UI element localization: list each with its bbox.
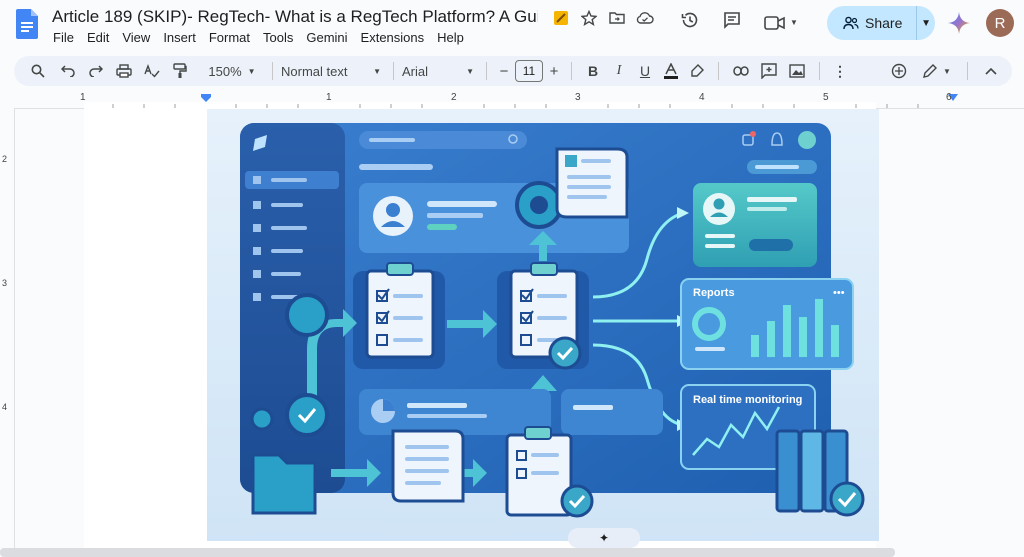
add-comment-icon[interactable] — [755, 59, 783, 83]
slides-badge-icon[interactable] — [552, 9, 570, 27]
more-options-icon[interactable]: ⋮ — [828, 59, 852, 83]
collapse-menus-icon[interactable] — [976, 59, 1006, 83]
menu-edit[interactable]: Edit — [87, 30, 116, 45]
menu-gemini[interactable]: Gemini — [306, 30, 354, 45]
menu-view[interactable]: View — [122, 30, 157, 45]
paint-format-icon[interactable] — [166, 59, 194, 83]
history-icon[interactable] — [680, 10, 700, 35]
insert-image-icon[interactable] — [783, 59, 811, 83]
ruler-number: 6 — [946, 92, 952, 103]
highlight-icon[interactable] — [684, 59, 710, 83]
people-icon — [843, 16, 859, 30]
gemini-sparkle-button[interactable]: ✦ — [568, 528, 640, 548]
print-icon[interactable] — [110, 59, 138, 83]
link-icon[interactable] — [727, 59, 755, 83]
menu-tools[interactable]: Tools — [263, 30, 300, 45]
decrease-font-size-button[interactable]: − — [495, 59, 513, 83]
font-family-select[interactable]: Arial ▼ — [402, 59, 478, 83]
editing-mode-select[interactable]: ▼ — [915, 59, 959, 83]
star-icon[interactable] — [580, 9, 598, 27]
font-size-input[interactable]: 11 — [515, 60, 543, 82]
monitoring-label: Real time monitoring — [693, 394, 802, 406]
title-bar: Article 189 (SKIP)- RegTech- What is a R… — [0, 0, 1024, 52]
vertical-ruler[interactable]: 2 3 4 — [0, 108, 15, 557]
menu-format[interactable]: Format — [209, 30, 257, 45]
sparkle-icon: ✦ — [598, 531, 610, 545]
ruler-number: 1 — [80, 92, 86, 103]
gemini-suggest-icon[interactable] — [883, 59, 915, 83]
menu-file[interactable]: File — [53, 30, 81, 45]
menu-insert[interactable]: Insert — [163, 30, 203, 45]
chevron-down-icon: ▼ — [943, 66, 951, 76]
menu-extensions[interactable]: Extensions — [361, 30, 432, 45]
paragraph-style-select[interactable]: Normal text ▼ — [281, 59, 385, 83]
svg-text:•••: ••• — [833, 287, 845, 299]
ruler-number: 4 — [2, 402, 8, 412]
ruler-number: 4 — [699, 92, 705, 103]
text-color-icon[interactable] — [658, 59, 684, 83]
ruler-number: 3 — [575, 92, 581, 103]
formatting-toolbar: 150% ▼ Normal text ▼ Arial ▼ − 11 + B I … — [14, 56, 1012, 86]
redo-icon[interactable] — [82, 59, 110, 83]
menu-bar: File Edit View Insert Format Tools Gemin… — [53, 30, 477, 45]
undo-icon[interactable] — [54, 59, 82, 83]
share-dropdown-icon[interactable]: ▼ — [917, 18, 935, 29]
underline-icon[interactable]: U — [632, 59, 658, 83]
share-button[interactable]: Share ▼ — [827, 6, 935, 40]
menu-help[interactable]: Help — [437, 30, 471, 45]
ruler-number: 2 — [451, 92, 457, 103]
chevron-down-icon: ▼ — [466, 66, 474, 76]
share-label: Share — [865, 15, 903, 31]
paragraph-style-value: Normal text — [281, 63, 348, 79]
chevron-down-icon: ▼ — [790, 18, 798, 27]
indent-marker-icon — [201, 94, 211, 102]
ruler-number: 2 — [2, 154, 8, 164]
search-menus-icon[interactable] — [22, 59, 54, 83]
increase-font-size-button[interactable]: + — [545, 59, 563, 83]
chevron-down-icon: ▼ — [373, 66, 381, 76]
font-family-value: Arial — [402, 63, 429, 79]
regtech-illustration[interactable]: Reports ••• Real time monitoring — [207, 109, 879, 541]
ruler-number: 5 — [823, 92, 829, 103]
reports-label: Reports — [693, 287, 735, 299]
document-title[interactable]: Article 189 (SKIP)- RegTech- What is a R… — [52, 7, 538, 27]
comment-icon[interactable] — [722, 10, 742, 35]
avatar[interactable]: R — [986, 9, 1014, 37]
chevron-down-icon: ▼ — [247, 66, 256, 76]
horizontal-scrollbar[interactable] — [0, 548, 895, 557]
ruler-number: 3 — [2, 278, 8, 288]
meet-icon[interactable]: ▼ — [764, 15, 798, 31]
gemini-icon[interactable] — [948, 12, 970, 34]
italic-icon[interactable]: I — [606, 59, 632, 83]
docs-logo-icon[interactable] — [16, 9, 38, 39]
pencil-icon — [923, 64, 938, 78]
zoom-value: 150% — [208, 63, 242, 79]
bold-icon[interactable]: B — [580, 59, 606, 83]
cloud-status-icon[interactable] — [636, 9, 654, 27]
move-folder-icon[interactable] — [608, 9, 626, 27]
zoom-select[interactable]: 150% ▼ — [200, 59, 264, 83]
ruler-number: 1 — [326, 92, 332, 103]
spellcheck-icon[interactable] — [138, 59, 166, 83]
horizontal-ruler[interactable]: 1 1 2 3 4 5 6 — [0, 88, 1024, 109]
